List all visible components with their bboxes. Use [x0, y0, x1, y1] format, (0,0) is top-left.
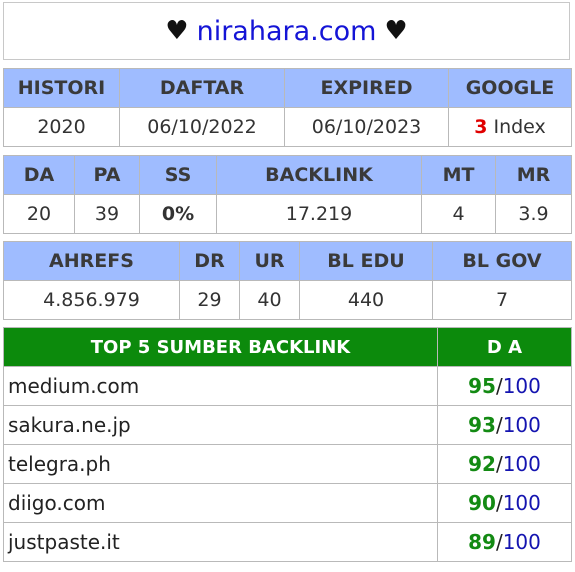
google-index-label: Index — [487, 116, 546, 138]
value-pa: 39 — [74, 194, 140, 234]
value-bl-edu: 440 — [299, 280, 433, 320]
backlink-site: telegra.ph — [3, 444, 438, 484]
domain-name: nirahara.com — [196, 15, 377, 47]
value-ahrefs: 4.856.979 — [3, 280, 180, 320]
backlink-da: 95/100 — [437, 366, 572, 406]
header-dr: DR — [179, 241, 240, 281]
backlink-site: justpaste.it — [3, 522, 438, 562]
value-backlink: 17.219 — [216, 194, 422, 234]
header-da: DA — [3, 155, 75, 195]
table-row: medium.com 95/100 — [3, 366, 572, 406]
header-ur: UR — [239, 241, 300, 281]
heart-icon: ♥ — [165, 16, 189, 46]
header-expired: EXPIRED — [284, 68, 449, 108]
ahrefs-table: AHREFS DR UR BL EDU BL GOV 4.856.979 29 … — [3, 241, 572, 320]
header-backlink: BACKLINK — [216, 155, 422, 195]
heart-icon: ♥ — [384, 16, 408, 46]
header-daftar: DAFTAR — [119, 68, 285, 108]
value-da: 20 — [3, 194, 75, 234]
header-mr: MR — [495, 155, 572, 195]
da-value: 92 — [468, 452, 496, 476]
site-title-banner: ♥ nirahara.com ♥ — [3, 2, 570, 60]
da-max: 100 — [502, 413, 541, 437]
value-mt: 4 — [421, 194, 496, 234]
header-bl-gov: BL GOV — [432, 241, 572, 281]
backlink-da: 92/100 — [437, 444, 572, 484]
value-histori: 2020 — [3, 107, 120, 147]
value-ss: 0% — [139, 194, 217, 234]
da-value: 93 — [468, 413, 496, 437]
value-ur: 40 — [239, 280, 300, 320]
da-max: 100 — [502, 452, 541, 476]
backlink-site: medium.com — [3, 366, 438, 406]
backlink-site: diigo.com — [3, 483, 438, 523]
da-value: 90 — [468, 491, 496, 515]
da-value: 95 — [468, 374, 496, 398]
table-row: sakura.ne.jp 93/100 — [3, 405, 572, 445]
header-mt: MT — [421, 155, 496, 195]
table-row: telegra.ph 92/100 — [3, 444, 572, 484]
header-histori: HISTORI — [3, 68, 120, 108]
da-max: 100 — [502, 374, 541, 398]
header-bl-edu: BL EDU — [299, 241, 433, 281]
da-max: 100 — [502, 530, 541, 554]
header-ahrefs: AHREFS — [3, 241, 180, 281]
da-separator: / — [495, 374, 503, 398]
top-backlinks-table: TOP 5 SUMBER BACKLINK D A medium.com 95/… — [3, 327, 572, 562]
da-value: 89 — [468, 530, 496, 554]
header-google: GOOGLE — [448, 68, 572, 108]
backlink-da: 93/100 — [437, 405, 572, 445]
header-pa: PA — [74, 155, 140, 195]
da-header: D A — [437, 327, 572, 367]
value-google: 3 Index — [448, 107, 572, 147]
backlink-site: sakura.ne.jp — [3, 405, 438, 445]
history-table: HISTORI DAFTAR EXPIRED GOOGLE 2020 06/10… — [3, 68, 572, 147]
google-index-count: 3 — [474, 116, 488, 138]
value-daftar: 06/10/2022 — [119, 107, 285, 147]
backlink-da: 90/100 — [437, 483, 572, 523]
da-separator: / — [495, 452, 503, 476]
da-separator: / — [495, 413, 503, 437]
top-backlinks-header: TOP 5 SUMBER BACKLINK — [3, 327, 438, 367]
header-ss: SS — [139, 155, 217, 195]
da-separator: / — [495, 491, 503, 515]
metrics-table: DA PA SS BACKLINK MT MR 20 39 0% 17.219 … — [3, 155, 572, 234]
da-separator: / — [495, 530, 503, 554]
table-row: justpaste.it 89/100 — [3, 522, 572, 562]
da-max: 100 — [502, 491, 541, 515]
backlink-da: 89/100 — [437, 522, 572, 562]
value-bl-gov: 7 — [432, 280, 572, 320]
value-expired: 06/10/2023 — [284, 107, 449, 147]
value-mr: 3.9 — [495, 194, 572, 234]
value-dr: 29 — [179, 280, 240, 320]
table-row: diigo.com 90/100 — [3, 483, 572, 523]
